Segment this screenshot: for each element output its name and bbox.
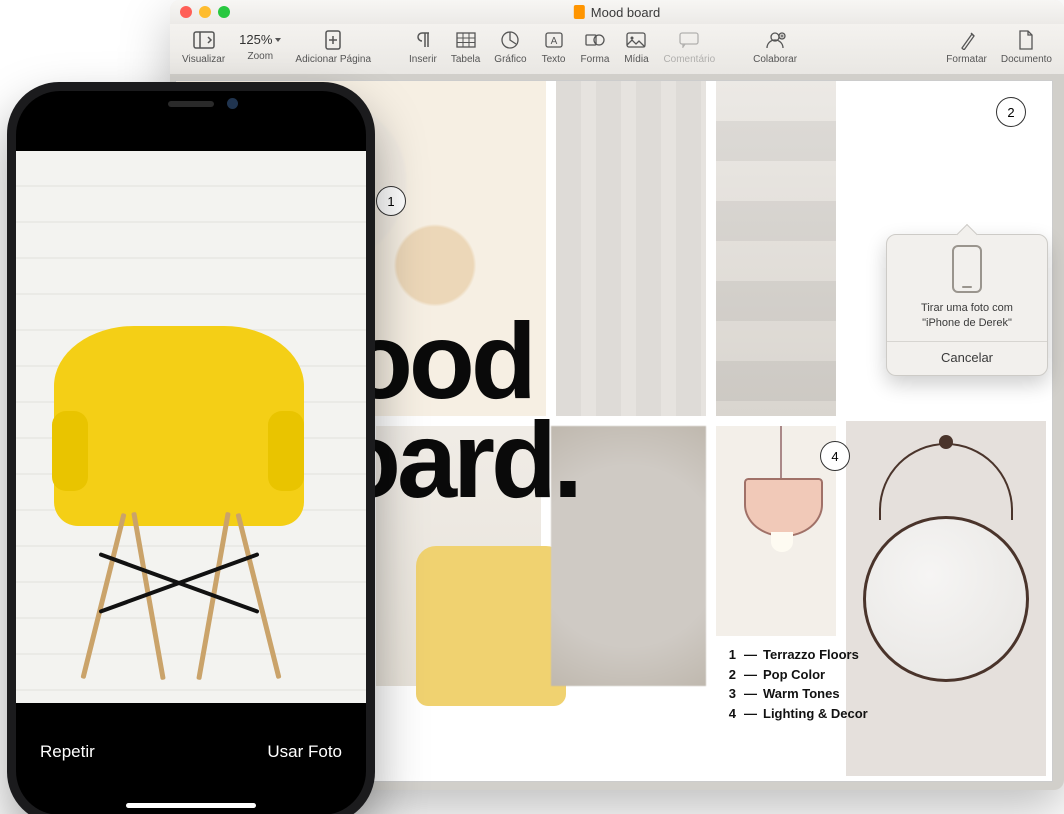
add-page-button[interactable]: Adicionar Página <box>295 30 371 65</box>
marker-2: 2 <box>996 97 1026 127</box>
home-indicator[interactable] <box>126 803 256 808</box>
table-icon <box>453 30 479 50</box>
svg-text:A: A <box>550 36 557 47</box>
retake-button[interactable]: Repetir <box>40 742 95 762</box>
image-lamp <box>716 426 836 636</box>
zoom-value: 125% <box>239 30 281 47</box>
continuity-camera-popover: Tirar uma foto com "iPhone de Derek" Can… <box>886 234 1048 376</box>
chart-icon <box>497 30 523 50</box>
media-button[interactable]: Mídia <box>623 30 649 65</box>
format-icon <box>954 30 980 50</box>
cancel-button[interactable]: Cancelar <box>887 341 1047 375</box>
view-button[interactable]: Visualizar <box>182 30 225 65</box>
legend-row: 1—Terrazzo Floors <box>726 645 868 665</box>
use-photo-button[interactable]: Usar Foto <box>267 742 342 762</box>
titlebar: Mood board <box>170 0 1064 24</box>
add-page-icon <box>320 30 346 50</box>
iphone-device: Repetir Usar Foto <box>7 82 375 814</box>
minimize-icon[interactable] <box>199 6 211 18</box>
chart-button[interactable]: Gráfico <box>494 30 526 65</box>
insert-button[interactable]: Inserir <box>409 30 437 65</box>
media-icon <box>623 30 649 50</box>
text-icon: A <box>541 30 567 50</box>
table-button[interactable]: Tabela <box>451 30 480 65</box>
view-icon <box>191 30 217 50</box>
comment-button: Comentário <box>663 30 715 65</box>
close-icon[interactable] <box>180 6 192 18</box>
popover-message: Tirar uma foto com "iPhone de Derek" <box>887 293 1047 341</box>
marker-1: 1 <box>376 186 406 216</box>
legend-row: 4—Lighting & Decor <box>726 704 868 724</box>
document-button[interactable]: Documento <box>1001 30 1052 65</box>
text-button[interactable]: A Texto <box>541 30 567 65</box>
window-title-text: Mood board <box>591 5 660 20</box>
window-controls <box>180 6 230 18</box>
image-mirror <box>846 421 1046 776</box>
toolbar: Visualizar 125% Zoom Adicionar Página In… <box>170 24 1064 81</box>
shape-icon <box>582 30 608 50</box>
window-title: Mood board <box>574 5 660 20</box>
paragraph-icon <box>410 30 436 50</box>
image-concrete <box>716 81 836 416</box>
marker-4: 4 <box>820 441 850 471</box>
zoom-button[interactable]: 125% Zoom <box>239 30 281 65</box>
document-panel-icon <box>1013 30 1039 50</box>
zoom-icon[interactable] <box>218 6 230 18</box>
format-button[interactable]: Formatar <box>946 30 987 65</box>
legend-row: 2—Pop Color <box>726 665 868 685</box>
iphone-notch <box>106 91 276 121</box>
legend-row: 3—Warm Tones <box>726 684 868 704</box>
camera-action-bar: Repetir Usar Foto <box>16 704 366 814</box>
shape-button[interactable]: Forma <box>581 30 610 65</box>
phone-icon <box>952 245 982 293</box>
collaborate-button[interactable]: Colaborar <box>753 30 797 65</box>
legend: 1—Terrazzo Floors 2—Pop Color 3—Warm Ton… <box>726 645 868 723</box>
camera-photo-preview <box>16 151 366 703</box>
collaborate-icon <box>762 30 788 50</box>
document-icon <box>574 5 585 19</box>
comment-icon <box>676 30 702 50</box>
